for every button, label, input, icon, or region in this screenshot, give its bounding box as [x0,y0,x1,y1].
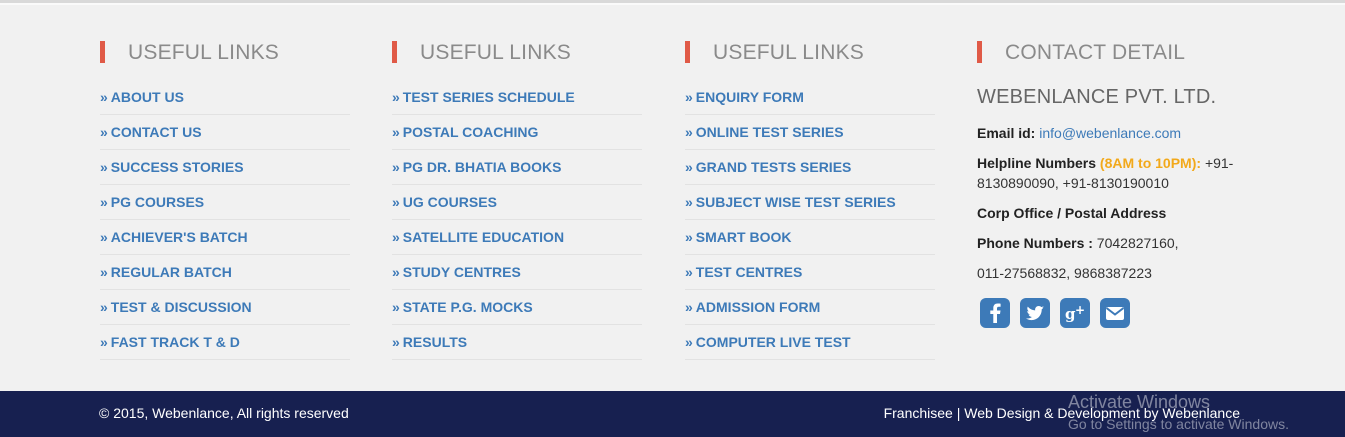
link-satellite-education[interactable]: » SATELLITE EDUCATION [392,229,564,245]
twitter-icon[interactable] [1020,298,1050,328]
link-state-pg-mocks[interactable]: » STATE P.G. MOCKS [392,299,533,315]
list-item: » ADMISSION FORM [685,290,935,325]
links-list: » TEST SERIES SCHEDULE » POSTAL COACHING »… [392,80,642,360]
office-label: Corp Office / Postal Address [977,205,1167,221]
list-item: » ACHIEVER'S BATCH [100,220,350,255]
heading-text: CONTACT DETAIL [1005,41,1186,64]
envelope-icon[interactable] [1100,298,1130,328]
link-achievers-batch[interactable]: » ACHIEVER'S BATCH [100,229,248,245]
link-subject-wise-test-series[interactable]: » SUBJECT WISE TEST SERIES [685,194,896,210]
list-item: » REGULAR BATCH [100,255,350,290]
phone-label: Phone Numbers : [977,235,1093,251]
link-test-discussion[interactable]: » TEST & DISCUSSION [100,299,252,315]
link-test-series-schedule[interactable]: » TEST SERIES SCHEDULE [392,89,575,105]
heading-text: USEFUL LINKS [128,41,279,64]
helpline-label: Helpline Numbers [977,155,1097,171]
email-line: Email id: info@webenlance.com [977,123,1181,143]
helpline-numbers-1: +91- [1204,155,1234,171]
links-list: » ABOUT US » CONTACT US » SUCCESS STORIES »… [100,80,350,360]
list-item: » COMPUTER LIVE TEST [685,325,935,360]
link-computer-live-test[interactable]: » COMPUTER LIVE TEST [685,334,851,350]
link-admission-form[interactable]: » ADMISSION FORM [685,299,820,315]
list-item: » TEST & DISCUSSION [100,290,350,325]
list-item: » STUDY CENTRES [392,255,642,290]
footer-separator: | [956,405,961,421]
list-item: » POSTAL COACHING [392,115,642,150]
email-label: Email id: [977,125,1036,141]
list-item: » STATE P.G. MOCKS [392,290,642,325]
link-regular-batch[interactable]: » REGULAR BATCH [100,264,232,280]
list-item: » RESULTS [392,325,642,360]
copyright-text: © 2015, Webenlance, All rights reserved [99,405,349,421]
link-smart-book[interactable]: » SMART BOOK [685,229,791,245]
activate-windows-watermark: Activate Windows [1068,392,1211,412]
franchisee-link[interactable]: Franchisee [884,405,953,421]
phone-numbers-1: 7042827160, [1096,235,1179,251]
link-pg-courses[interactable]: » PG COURSES [100,194,204,210]
facebook-icon[interactable] [980,298,1010,328]
list-item: » PG DR. BHATIA BOOKS [392,150,642,185]
list-item: » SMART BOOK [685,220,935,255]
list-item: » SUCCESS STORIES [100,150,350,185]
email-link[interactable]: info@webenlance.com [1039,125,1181,141]
link-about-us[interactable]: » ABOUT US [100,89,184,105]
heading-accent-bar [392,41,397,63]
heading-accent-bar [685,41,690,63]
link-contact-us[interactable]: » CONTACT US [100,124,202,140]
office-line: Corp Office / Postal Address [977,203,1166,223]
company-name: WEBENLANCE PVT. LTD. [977,86,1217,108]
top-border-highlight [0,3,1345,5]
link-success-stories[interactable]: » SUCCESS STORIES [100,159,244,175]
list-item: » TEST CENTRES [685,255,935,290]
link-study-centres[interactable]: » STUDY CENTRES [392,264,521,280]
heading-text: USEFUL LINKS [713,41,864,64]
link-postal-coaching[interactable]: » POSTAL COACHING [392,124,538,140]
link-fast-track[interactable]: » FAST TRACK T & D [100,334,240,350]
link-pg-bhatia-books[interactable]: » PG DR. BHATIA BOOKS [392,159,561,175]
svg-text:+: + [1075,303,1085,317]
list-item: » TEST SERIES SCHEDULE [392,80,642,115]
list-item: » SATELLITE EDUCATION [392,220,642,255]
activate-windows-subtext: Go to Settings to activate Windows. [1068,416,1289,432]
link-results[interactable]: » RESULTS [392,334,467,350]
helpline-line: Helpline Numbers (8AM to 10PM): +91- 813… [977,153,1267,193]
heading-accent-bar [977,41,982,63]
list-item: » ABOUT US [100,80,350,115]
list-item: » PG COURSES [100,185,350,220]
link-enquiry-form[interactable]: » ENQUIRY FORM [685,89,804,105]
list-item: » ONLINE TEST SERIES [685,115,935,150]
link-ug-courses[interactable]: » UG COURSES [392,194,497,210]
phone-line: Phone Numbers : 7042827160, [977,233,1179,253]
link-grand-tests-series[interactable]: » GRAND TESTS SERIES [685,159,851,175]
list-item: » GRAND TESTS SERIES [685,150,935,185]
list-item: » SUBJECT WISE TEST SERIES [685,185,935,220]
google-plus-icon[interactable]: g + [1060,298,1090,328]
heading-text: USEFUL LINKS [420,41,571,64]
phone-line-2: 011-27568832, 9868387223 [977,263,1152,283]
list-item: » UG COURSES [392,185,642,220]
links-list: » ENQUIRY FORM » ONLINE TEST SERIES » GRAND… [685,80,935,360]
link-test-centres[interactable]: » TEST CENTRES [685,264,802,280]
link-online-test-series[interactable]: » ONLINE TEST SERIES [685,124,844,140]
helpline-numbers-2: 8130890090, +91-8130190010 [977,175,1169,191]
helpline-hours: (8AM to 10PM): [1099,155,1202,171]
list-item: » CONTACT US [100,115,350,150]
heading-accent-bar [100,41,105,63]
list-item: » ENQUIRY FORM [685,80,935,115]
phone-numbers-2: 011-27568832, 9868387223 [977,265,1152,281]
list-item: » FAST TRACK T & D [100,325,350,360]
